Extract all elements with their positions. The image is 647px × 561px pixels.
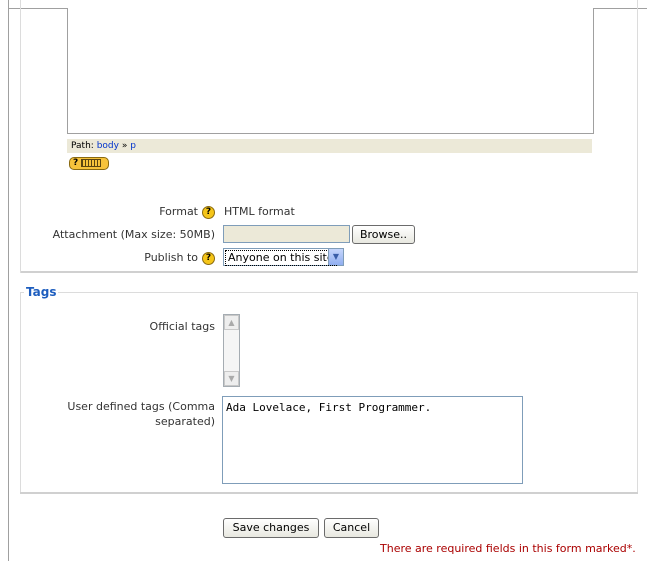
scroll-up-icon[interactable]: ▲ <box>224 315 239 330</box>
path-p-link[interactable]: p <box>130 141 136 151</box>
save-changes-button[interactable]: Save changes <box>223 518 319 538</box>
user-tags-label: User defined tags (Comma separated) <box>67 399 215 429</box>
help-icon: ? <box>73 158 79 168</box>
user-tags-label-line1: User defined tags (Comma <box>67 400 215 413</box>
format-label-row: Format? <box>159 205 215 219</box>
chevron-down-icon[interactable]: ▼ <box>328 249 343 265</box>
attachment-file-input[interactable] <box>223 225 350 243</box>
format-label: Format <box>159 205 198 218</box>
publish-label: Publish to <box>144 251 198 264</box>
publish-to-select[interactable]: Anyone on this site ▼ <box>223 248 344 266</box>
html-editor-area[interactable] <box>67 8 594 134</box>
user-tags-label-line2: separated) <box>155 415 215 428</box>
user-tags-textarea[interactable]: Ada Lovelace, First Programmer. <box>222 396 523 484</box>
official-tags-label: Official tags <box>149 320 215 333</box>
help-icon[interactable]: ? <box>202 251 215 265</box>
official-tags-list[interactable]: ▲ ▼ <box>223 314 240 387</box>
tags-legend[interactable]: Tags <box>24 285 59 299</box>
keyboard-icon <box>81 158 102 167</box>
path-label: Path: <box>71 141 94 151</box>
editor-path-bar: Path: body » p <box>67 139 592 153</box>
cancel-button[interactable]: Cancel <box>324 518 379 538</box>
publish-label-row: Publish to? <box>144 251 215 265</box>
section-divider <box>20 271 638 273</box>
section-left-border <box>20 0 21 273</box>
page-left-border <box>8 0 9 561</box>
editor-help-keyboard-button[interactable]: ? <box>69 157 109 170</box>
path-separator: » <box>121 141 128 151</box>
tags-bottom-divider <box>20 492 638 494</box>
publish-selected-value: Anyone on this site <box>225 250 337 266</box>
required-fields-note: There are required fields in this form m… <box>380 542 636 555</box>
help-icon[interactable]: ? <box>202 205 215 219</box>
section-right-border <box>637 0 638 273</box>
scroll-down-icon[interactable]: ▼ <box>224 371 239 386</box>
browse-button[interactable]: Browse.. <box>352 225 415 244</box>
format-value: HTML format <box>224 205 295 218</box>
attachment-label: Attachment (Max size: 50MB) <box>52 228 215 241</box>
path-body-link[interactable]: body <box>97 141 119 151</box>
